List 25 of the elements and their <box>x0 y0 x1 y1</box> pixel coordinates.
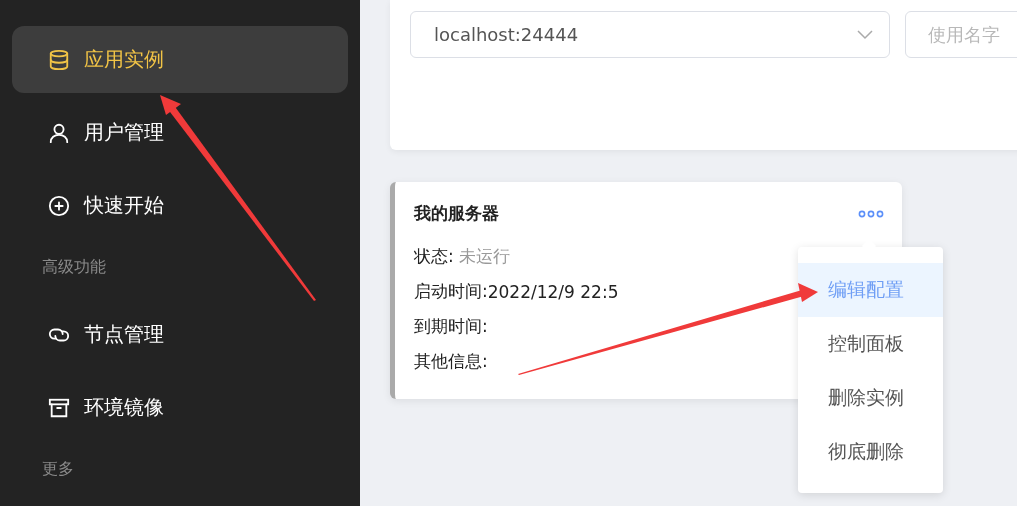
user-icon <box>48 121 70 144</box>
menu-item[interactable]: 删除实例 <box>798 371 943 425</box>
database-icon <box>48 48 70 71</box>
sidebar-item[interactable]: 节点管理 <box>12 301 348 368</box>
field-label: 启动时间: <box>414 280 488 303</box>
more-icon[interactable] <box>858 209 884 218</box>
field-value: 未运行 <box>458 245 510 268</box>
field-label: 状态: <box>414 245 454 268</box>
search-field[interactable]: 使用名字 <box>905 11 1017 58</box>
field-value: 2022/12/9 22:5 <box>487 281 619 302</box>
field-label: 到期时间: <box>414 315 488 338</box>
chevron-down-icon <box>857 29 873 40</box>
instance-title: 我的服务器 <box>414 202 499 225</box>
section-heading: 更多 <box>41 457 75 480</box>
field-label: 其他信息: <box>414 350 488 373</box>
archive-icon <box>48 396 70 419</box>
section-heading: 高级功能 <box>41 255 107 278</box>
menu-item[interactable]: 控制面板 <box>798 317 943 371</box>
sidebar-item[interactable]: 用户管理 <box>12 99 348 166</box>
menu-item[interactable]: 彻底删除 <box>798 425 943 479</box>
sidebar-item[interactable]: 应用实例 <box>12 26 348 93</box>
sidebar-item[interactable]: 环境镜像 <box>12 374 348 441</box>
sidebar-item[interactable]: 快速开始 <box>12 172 348 239</box>
plus-circle-icon <box>48 194 70 217</box>
daemon-select[interactable]: localhost:24444 <box>410 11 890 58</box>
